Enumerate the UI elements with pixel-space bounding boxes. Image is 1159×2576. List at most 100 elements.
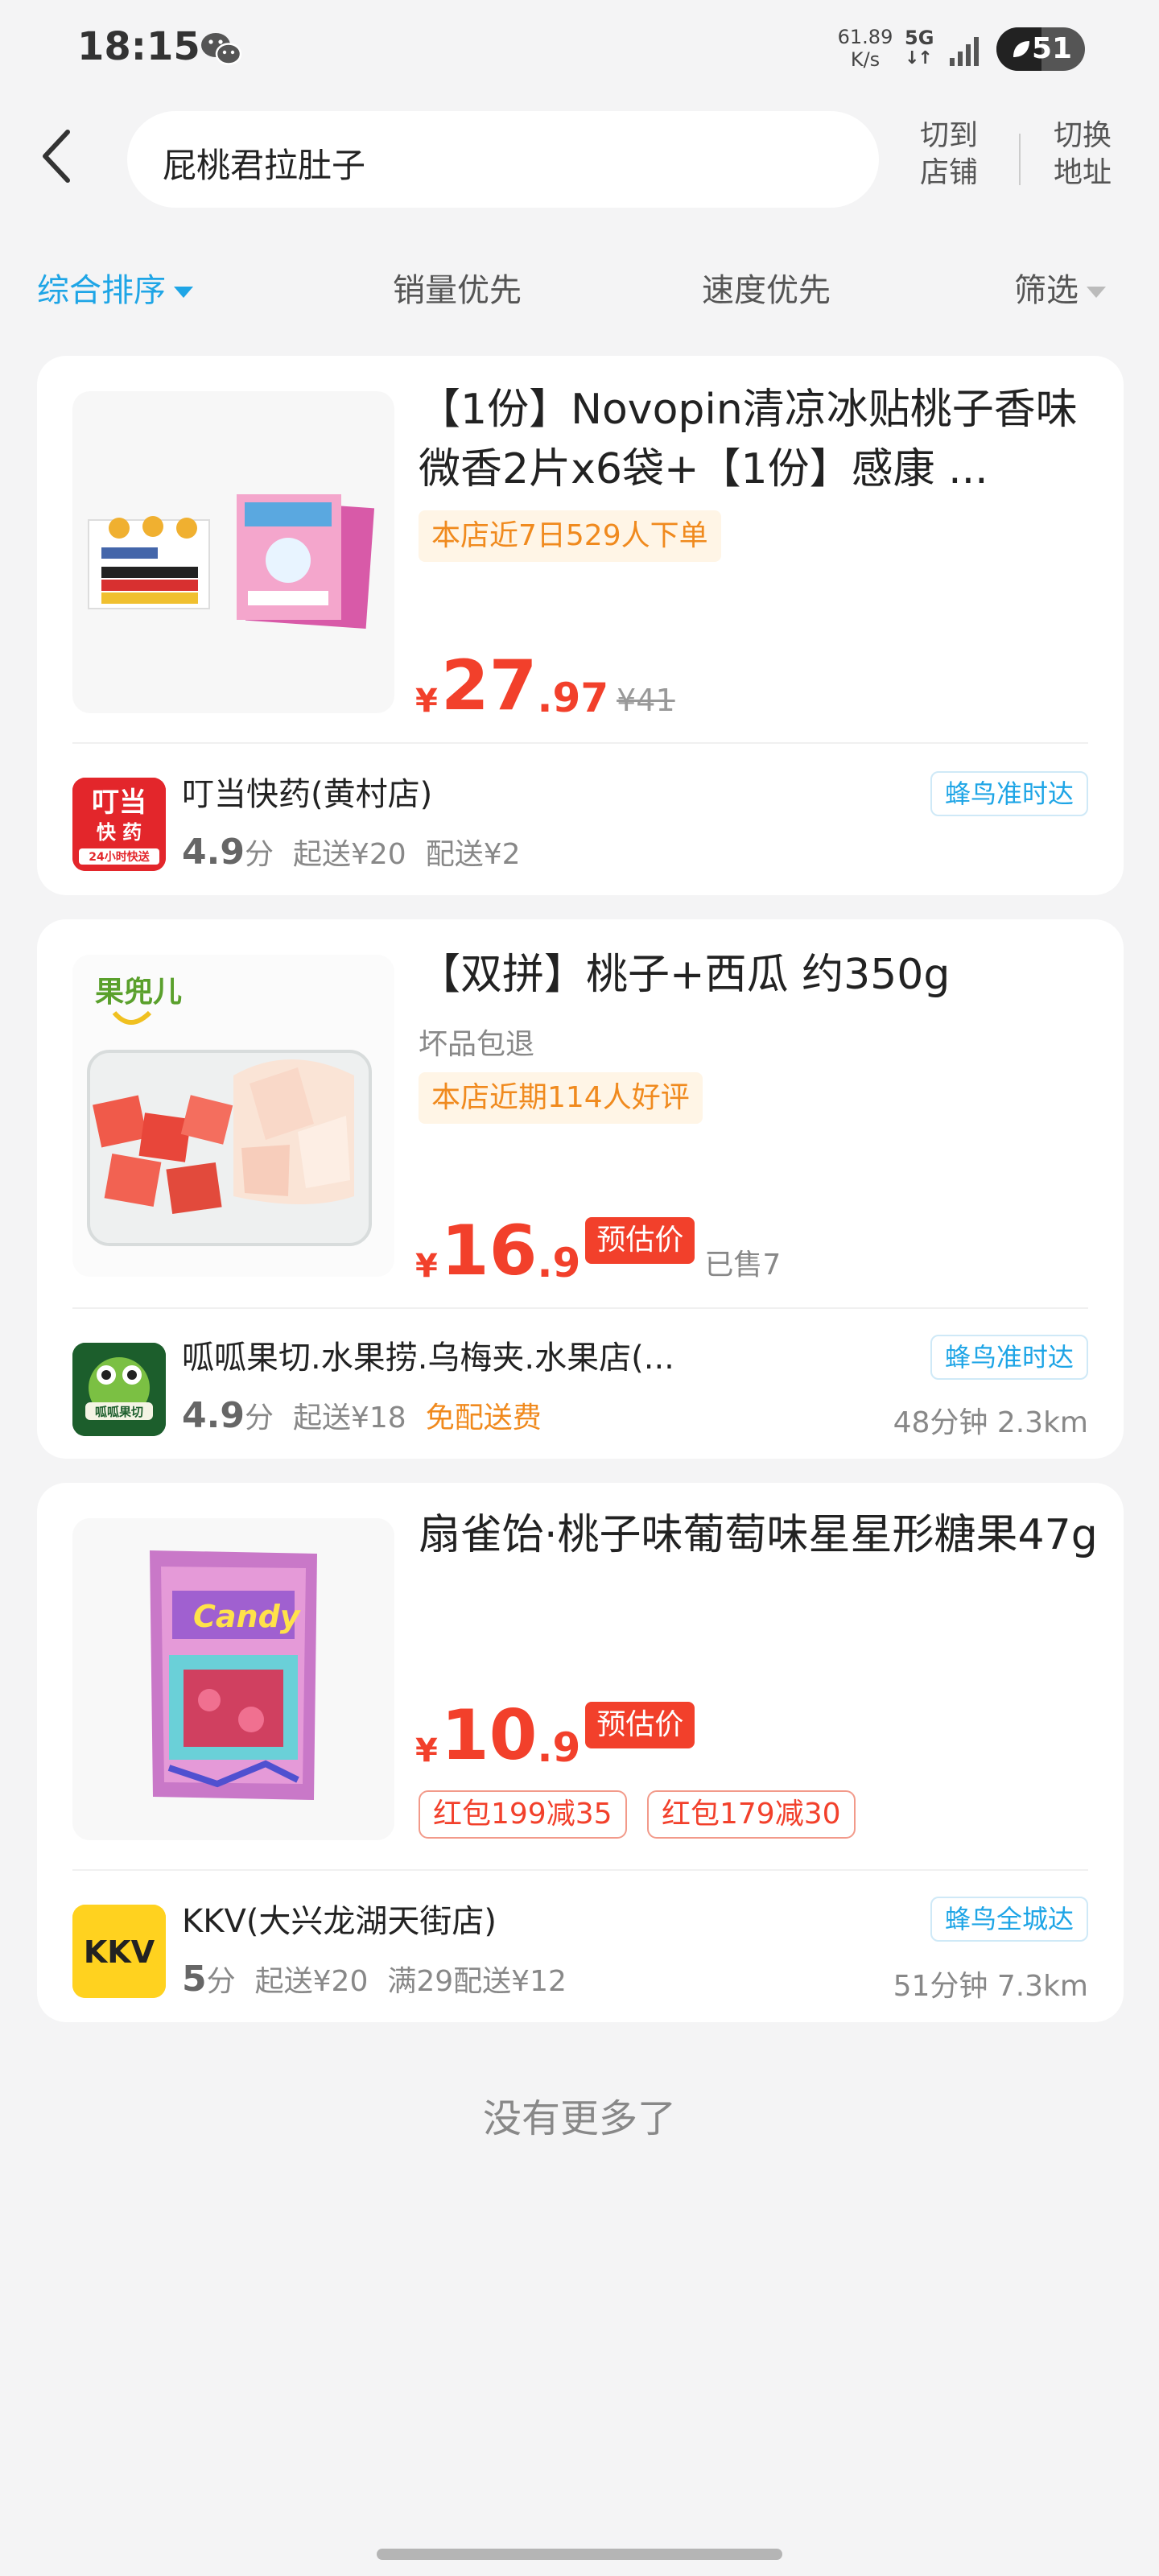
- search-query: 屁桃君拉肚子: [163, 146, 366, 185]
- sort-speed-label: 速度优先: [702, 272, 831, 309]
- switch-store-label-2: 店铺: [919, 156, 978, 189]
- estimated-price-badge: 预估价: [585, 1217, 695, 1264]
- min-order: 起送¥18: [292, 1402, 406, 1435]
- product-image: 果兜儿: [72, 955, 394, 1277]
- price-row: ¥ 10 .9 预估价: [415, 1692, 695, 1773]
- sort-comprehensive-label: 综合排序: [37, 272, 166, 309]
- no-more-text: 没有更多了: [482, 2096, 676, 2141]
- sort-sales[interactable]: 销量优先: [393, 264, 522, 311]
- min-order: 起送¥20: [254, 1965, 369, 1998]
- product-image: Candy: [72, 1518, 394, 1840]
- wechat-icon: [201, 33, 242, 65]
- min-order: 起送¥20: [292, 838, 406, 871]
- svg-text:Candy: Candy: [193, 1599, 302, 1634]
- search-header: 屁桃君拉肚子 切到 店铺 切换 地址: [0, 105, 1159, 217]
- status-bar: 18:15 61.89 K/s 5G ↓↑ 51: [0, 0, 1159, 97]
- store-rating: 4.9: [182, 832, 245, 873]
- sold-count: 已售7: [704, 1249, 782, 1282]
- store-meta: 5分 起送¥20 满29配送¥12: [182, 1958, 567, 2000]
- store-name[interactable]: 呱呱果切.水果捞.乌梅夹.水果店(...: [182, 1331, 674, 1378]
- store-name[interactable]: 叮当快药(黄村店): [182, 768, 432, 815]
- price-decimal: .9: [537, 1724, 581, 1771]
- svg-text:快 药: 快 药: [97, 821, 142, 844]
- svg-text:KKV: KKV: [84, 1934, 155, 1970]
- product-title[interactable]: 扇雀饴·桃子味葡萄味星星形糖果47g: [419, 1505, 1103, 1565]
- order-count-tag: 本店近7日529人下单: [419, 510, 721, 562]
- product-image: [72, 391, 394, 713]
- price-decimal: .9: [537, 1240, 581, 1286]
- product-card[interactable]: Candy 扇雀饴·桃子味葡萄味星星形糖果47g ¥ 10 .9 预估价 红包1…: [37, 1483, 1124, 2022]
- dingdang-logo: 叮当 快 药 24小时快送: [72, 778, 166, 871]
- eta-distance: 51分钟 7.3km: [893, 1970, 1088, 2003]
- coupon-tag[interactable]: 红包179减30: [647, 1790, 856, 1839]
- sort-bar: 综合排序 销量优先 速度优先 筛选: [0, 250, 1159, 322]
- svg-text:24小时快送: 24小时快送: [89, 850, 150, 864]
- rating-unit: 分: [244, 838, 274, 871]
- delivery-fee: 免配送费: [425, 1402, 542, 1435]
- rating-unit: 分: [206, 1965, 236, 1998]
- header-divider: [1019, 134, 1021, 185]
- product-card[interactable]: 【1份】Novopin清凉冰贴桃子香味微香2片x6袋+【1份】感康 ... 本店…: [37, 356, 1124, 895]
- coupon-tag[interactable]: 红包199减35: [419, 1790, 627, 1839]
- delivery-badge: 蜂鸟准时达: [930, 1335, 1088, 1380]
- candy-pack-image: Candy: [72, 1518, 394, 1840]
- sort-speed[interactable]: 速度优先: [702, 264, 831, 311]
- store-meta: 4.9分 起送¥20 配送¥2: [182, 831, 521, 873]
- switch-address-button[interactable]: 切换 地址: [1046, 118, 1119, 192]
- sort-sales-label: 销量优先: [393, 272, 522, 309]
- search-input[interactable]: 屁桃君拉肚子: [127, 111, 879, 208]
- filter-button[interactable]: 筛选: [1014, 264, 1106, 311]
- battery-level: 51: [1032, 32, 1073, 65]
- cooling-patch-image: [88, 494, 375, 630]
- home-indicator[interactable]: [377, 2549, 782, 2560]
- store-rating: 4.9: [182, 1395, 245, 1436]
- network-speed-value: 61.89: [837, 26, 893, 48]
- leaf-icon: [1013, 41, 1029, 57]
- product-title[interactable]: 【双拼】桃子+西瓜 约350g: [419, 945, 1103, 1005]
- network-type: 5G ↓↑: [905, 27, 934, 69]
- delivery-badge: 蜂鸟准时达: [930, 771, 1088, 816]
- product-card[interactable]: 果兜儿 【双拼】桃子+西瓜 约350g 坏品包退 本店近期114人好评 ¥ 16…: [37, 919, 1124, 1459]
- product-subtitle: 坏品包退: [419, 1028, 535, 1061]
- dropdown-triangle-icon: [1087, 287, 1106, 298]
- product-title[interactable]: 【1份】Novopin清凉冰贴桃子香味微香2片x6袋+【1份】感康 ...: [419, 380, 1103, 499]
- price-integer: 10: [440, 1695, 538, 1776]
- switch-to-store-button[interactable]: 切到 店铺: [913, 118, 985, 192]
- svg-text:叮当: 叮当: [92, 786, 146, 819]
- data-arrows-icon: ↓↑: [905, 48, 933, 68]
- card-divider: [72, 1307, 1088, 1309]
- price-integer: 16: [440, 1211, 538, 1291]
- delivery-badge: 蜂鸟全城达: [930, 1897, 1088, 1942]
- back-arrow-icon[interactable]: [35, 124, 80, 188]
- eta-distance: 48分钟 2.3km: [893, 1406, 1088, 1439]
- store-name[interactable]: KKV(大兴龙湖天街店): [182, 1895, 497, 1942]
- price-row: ¥ 16 .9 预估价 已售7: [415, 1208, 781, 1288]
- store-logo[interactable]: 呱呱果切: [72, 1343, 166, 1436]
- status-time: 18:15: [77, 24, 200, 69]
- switch-address-label-1: 切换: [1053, 119, 1112, 152]
- review-count-tag: 本店近期114人好评: [419, 1072, 703, 1124]
- price-decimal: .97: [537, 675, 609, 721]
- kkv-logo: KKV: [72, 1905, 166, 1998]
- sort-comprehensive[interactable]: 综合排序: [37, 264, 193, 311]
- filter-label: 筛选: [1014, 272, 1079, 309]
- switch-address-label-2: 地址: [1053, 156, 1112, 189]
- price-row: ¥ 27 .97 ¥41: [415, 642, 675, 723]
- network-speed-unit: K/s: [850, 48, 881, 71]
- store-meta: 4.9分 起送¥18 免配送费: [182, 1394, 542, 1436]
- svg-text:呱呱果切: 呱呱果切: [95, 1405, 143, 1419]
- estimated-price-badge: 预估价: [585, 1702, 695, 1748]
- original-price: ¥41: [617, 683, 675, 718]
- network-type-label: 5G: [905, 27, 934, 49]
- store-logo[interactable]: 叮当 快 药 24小时快送: [72, 778, 166, 871]
- switch-store-label-1: 切到: [919, 119, 978, 152]
- dropdown-triangle-icon: [174, 287, 193, 298]
- card-divider: [72, 1869, 1088, 1871]
- card-divider: [72, 742, 1088, 744]
- battery-icon: 51: [996, 27, 1085, 71]
- store-rating: 5: [182, 1959, 207, 2000]
- fruit-box-image: 果兜儿: [72, 955, 394, 1277]
- price-integer: 27: [440, 646, 538, 726]
- store-logo[interactable]: KKV: [72, 1905, 166, 1998]
- delivery-fee: 配送¥2: [425, 838, 521, 871]
